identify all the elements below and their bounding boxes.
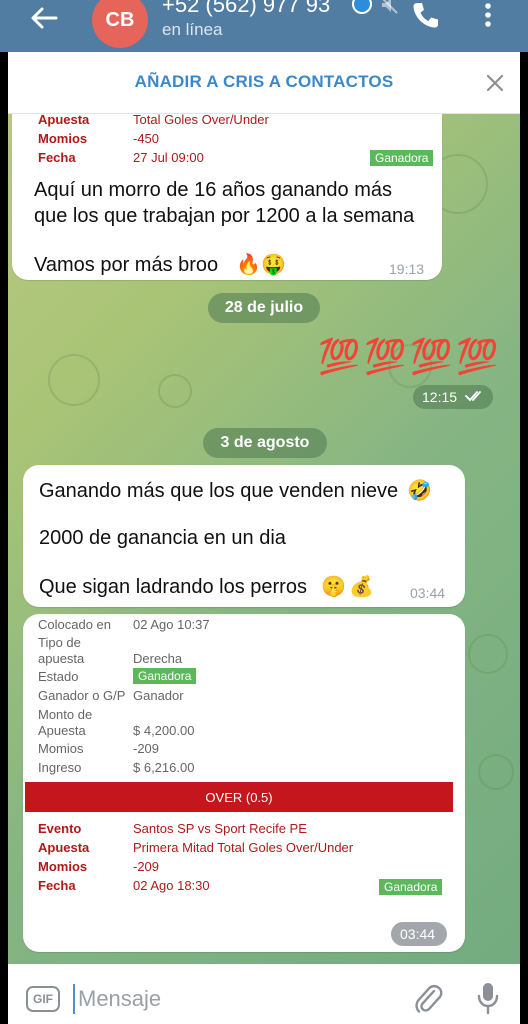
gif-button[interactable]: GIF (26, 986, 60, 1012)
message-text: Aquí un morro de 16 años ganando más (34, 179, 393, 201)
money-bag-emoji-icon: 💰 (349, 574, 374, 598)
message-text: que los que trabajan por 1200 a la seman… (34, 205, 415, 227)
slip-field-label: Ingreso (38, 760, 82, 775)
contact-name[interactable]: +52 (562) 977 93 (162, 0, 330, 18)
date-separator-label: 28 de julio (224, 299, 304, 316)
bet-banner-label: OVER (0.5) (205, 789, 273, 805)
time-pill: 03:44 (391, 922, 447, 946)
message-text: 2000 de ganancia en un dia (39, 527, 286, 549)
message-bubble-incoming[interactable]: Ganando más que los que venden nieve 🤣 2… (23, 465, 465, 607)
bet-field-value: 02 Ago 18:30 (133, 878, 210, 893)
add-contact-button[interactable]: AÑADIR A CRIS A CONTACTOS (8, 72, 520, 92)
bet-slip-message[interactable]: Colocado en 02 Ago 10:37 Tipo de apuesta… (23, 614, 465, 952)
bet-field-label: Fecha (38, 150, 76, 165)
hundred-points-emoji-icon: 💯 (318, 337, 361, 377)
microphone-icon[interactable] (474, 980, 502, 1016)
phone-call-icon[interactable] (410, 0, 440, 30)
gif-label: GIF (33, 992, 53, 1006)
message-bubble-incoming[interactable]: Apuesta Total Goles Over/Under Momios -4… (12, 114, 442, 280)
hundred-points-emoji-icon: 💯 (456, 337, 499, 377)
slip-field-value: $ 4,200.00 (133, 723, 195, 738)
more-options-icon[interactable] (476, 0, 500, 30)
add-contact-bar: AÑADIR A CRIS A CONTACTOS (8, 52, 520, 114)
slip-field-label: Colocado en (38, 617, 111, 632)
money-mouth-emoji-icon: 🤑 (261, 252, 286, 276)
chat-background: Apuesta Total Goles Over/Under Momios -4… (8, 114, 520, 964)
muted-icon (378, 0, 400, 16)
avatar[interactable]: CB (92, 0, 148, 48)
bet-banner: OVER (0.5) (25, 782, 453, 812)
slip-field-label: apuesta (38, 651, 85, 666)
bet-field-value: -209 (133, 859, 160, 874)
contact-status: en línea (162, 20, 223, 39)
bet-field-value: Total Goles Over/Under (133, 114, 269, 127)
back-arrow-icon[interactable] (26, 2, 62, 34)
slip-field-label: Ganador o G/P (38, 688, 126, 703)
time-pill: 12:15 (413, 385, 493, 409)
bet-field-label: Evento (38, 821, 82, 836)
bet-field-label: Momios (38, 859, 88, 874)
screen-edge-left (0, 52, 8, 1024)
status-badge: Ganadora (133, 668, 197, 684)
shushing-emoji-icon: 🤫 (321, 574, 346, 598)
bet-field-value: -450 (133, 131, 160, 146)
rofl-emoji-icon: 🤣 (407, 478, 432, 502)
avatar-initials: CB (105, 8, 135, 31)
message-time: 03:44 (410, 585, 446, 601)
slip-field-value: Derecha (133, 651, 183, 666)
bet-field-value: 27 Jul 09:00 (133, 150, 204, 165)
message-time: 19:13 (389, 261, 425, 277)
chat-header: CB +52 (562) 977 93 en línea (0, 0, 528, 52)
fire-emoji-icon: 🔥 (236, 252, 261, 276)
message-time: 03:44 (400, 926, 436, 942)
hundred-points-emoji-icon: 💯 (364, 337, 407, 377)
outgoing-emoji-message[interactable]: 💯 💯 💯 💯 12:15 (318, 337, 508, 409)
slip-field-label: Apuesta (38, 723, 86, 738)
text-cursor (73, 984, 75, 1014)
wallpaper-doodle (158, 374, 192, 408)
status-badge: Ganadora (379, 879, 443, 895)
hundred-points-emoji-icon: 💯 (410, 337, 453, 377)
bet-field-value: Santos SP vs Sport Recife PE (133, 821, 307, 836)
message-time: 12:15 (422, 389, 458, 405)
slip-field-label: Estado (38, 669, 79, 684)
slip-field-label: Momios (38, 741, 84, 756)
attach-icon[interactable] (412, 982, 444, 1016)
bet-field-label: Momios (38, 131, 88, 146)
status-badge: Ganadora (370, 150, 434, 166)
date-separator-label: 3 de agosto (220, 434, 310, 451)
slip-field-value: -209 (133, 741, 160, 756)
verified-icon (352, 0, 372, 14)
slip-field-value: 02 Ago 10:37 (133, 617, 210, 632)
date-separator: 28 de julio (208, 293, 320, 323)
bet-field-label: Apuesta (38, 840, 90, 855)
close-icon[interactable] (484, 72, 506, 94)
message-text: Ganando más que los que venden nieve (39, 480, 399, 502)
message-input-bar: GIF Mensaje (8, 964, 520, 1024)
wallpaper-doodle (478, 754, 514, 790)
wallpaper-doodle (468, 634, 508, 674)
bet-field-label: Fecha (38, 878, 76, 893)
wallpaper-doodle (48, 354, 100, 406)
double-check-icon (465, 389, 487, 408)
slip-field-label: Monto de (38, 707, 93, 722)
date-separator: 3 de agosto (203, 428, 327, 458)
message-text: Que sigan ladrando los perros (39, 576, 307, 598)
slip-field-label: Tipo de (38, 635, 81, 650)
slip-field-value: Ganador (133, 688, 184, 703)
bet-field-label: Apuesta (38, 114, 90, 127)
message-input[interactable]: Mensaje (78, 986, 161, 1012)
message-text: Vamos por más broo (34, 254, 219, 276)
screen-edge-right (520, 52, 528, 1024)
slip-field-value: $ 6,216.00 (133, 760, 195, 775)
bet-field-value: Primera Mitad Total Goles Over/Under (133, 840, 354, 855)
